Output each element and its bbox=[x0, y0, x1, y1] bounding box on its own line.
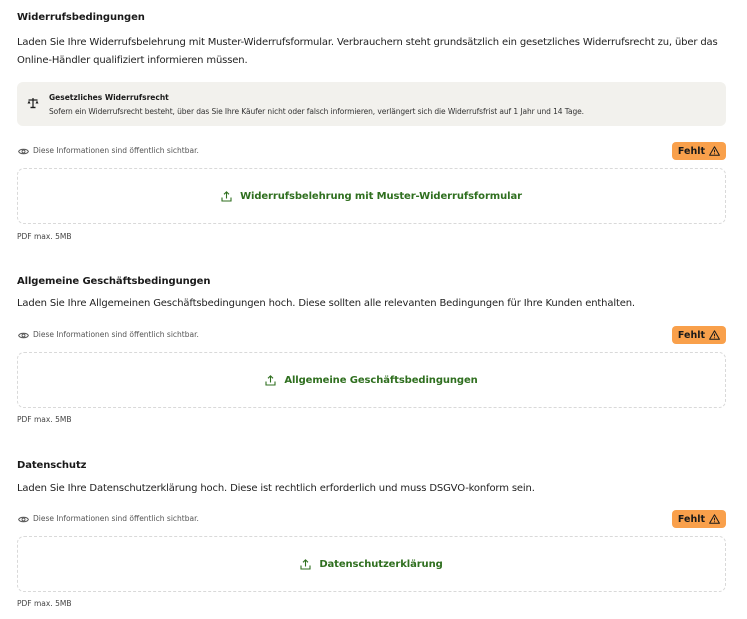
file-hint: PDF max. 5MB bbox=[17, 415, 72, 424]
missing-badge: Fehlt bbox=[671, 326, 726, 344]
visibility-text: Diese Informationen sind öffentlich sich… bbox=[33, 146, 199, 155]
upload-label: Widerrufsbelehrung mit Muster-Widerrufsf… bbox=[240, 190, 522, 202]
badge-label: Fehlt bbox=[677, 145, 705, 157]
section-description: Laden Sie Ihre Allgemeinen Geschäftsbedi… bbox=[17, 298, 635, 309]
eye-icon bbox=[18, 332, 29, 339]
section-description: Laden Sie Ihre Datenschutzerklärung hoch… bbox=[17, 483, 535, 494]
badge-label: Fehlt bbox=[677, 329, 705, 341]
upload-dropzone-widerruf[interactable]: Widerrufsbelehrung mit Muster-Widerrufsf… bbox=[17, 168, 726, 224]
visibility-text: Diese Informationen sind öffentlich sich… bbox=[33, 514, 199, 523]
section-title: Widerrufsbedingungen bbox=[17, 12, 145, 23]
section-title: Allgemeine Geschäftsbedingungen bbox=[17, 276, 211, 287]
visibility-row: Diese Informationen sind öffentlich sich… bbox=[17, 510, 726, 530]
legal-notice-box: Gesetzliches Widerrufsrecht Sofern ein W… bbox=[17, 82, 726, 126]
upload-icon bbox=[265, 374, 276, 386]
warning-icon bbox=[709, 330, 720, 340]
warning-icon bbox=[709, 514, 720, 524]
upload-icon bbox=[300, 558, 311, 570]
eye-icon bbox=[18, 148, 29, 155]
section-description: Laden Sie Ihre Widerrufsbelehrung mit Mu… bbox=[17, 37, 718, 66]
upload-dropzone-agb[interactable]: Allgemeine Geschäftsbedingungen bbox=[17, 352, 726, 408]
missing-badge: Fehlt bbox=[671, 510, 726, 528]
file-hint: PDF max. 5MB bbox=[17, 232, 72, 241]
file-hint: PDF max. 5MB bbox=[17, 599, 72, 608]
upload-label: Allgemeine Geschäftsbedingungen bbox=[284, 374, 478, 386]
visibility-text: Diese Informationen sind öffentlich sich… bbox=[33, 330, 199, 339]
visibility-row: Diese Informationen sind öffentlich sich… bbox=[17, 142, 726, 162]
upload-label: Datenschutzerklärung bbox=[319, 558, 443, 570]
notice-text: Sofern ein Widerrufsrecht besteht, über … bbox=[49, 107, 584, 116]
eye-icon bbox=[18, 516, 29, 523]
missing-badge: Fehlt bbox=[671, 142, 726, 160]
badge-label: Fehlt bbox=[677, 513, 705, 525]
section-title: Datenschutz bbox=[17, 460, 87, 471]
visibility-row: Diese Informationen sind öffentlich sich… bbox=[17, 326, 726, 346]
upload-dropzone-datenschutz[interactable]: Datenschutzerklärung bbox=[17, 536, 726, 592]
scale-icon bbox=[27, 98, 39, 109]
notice-title: Gesetzliches Widerrufsrecht bbox=[49, 93, 169, 102]
warning-icon bbox=[709, 146, 720, 156]
upload-icon bbox=[221, 190, 232, 202]
